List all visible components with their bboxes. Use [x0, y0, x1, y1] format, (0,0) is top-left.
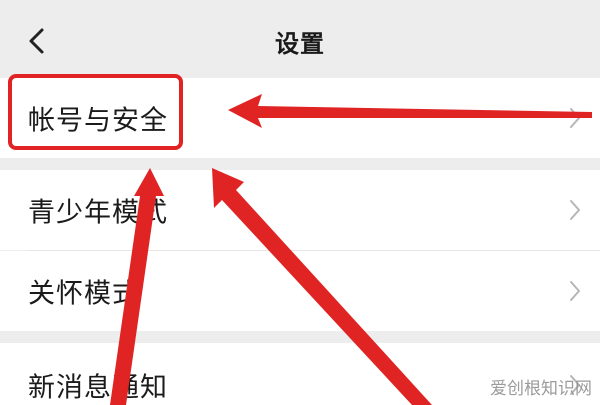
settings-item-teen-mode[interactable]: 青少年模式	[0, 170, 600, 250]
settings-item-care-mode[interactable]: 关怀模式	[0, 251, 600, 331]
chevron-right-icon	[570, 281, 580, 301]
settings-item-label: 新消息通知	[28, 372, 168, 404]
highlight-box	[8, 74, 183, 150]
top-bar: 设置	[0, 0, 600, 78]
settings-item-label: 关怀模式	[28, 278, 140, 310]
chevron-right-icon	[570, 200, 580, 220]
watermark: 爱创根知识网	[490, 379, 592, 399]
page-title: 设置	[275, 30, 325, 58]
chevron-right-icon	[570, 108, 580, 128]
settings-item-label: 青少年模式	[28, 197, 168, 229]
